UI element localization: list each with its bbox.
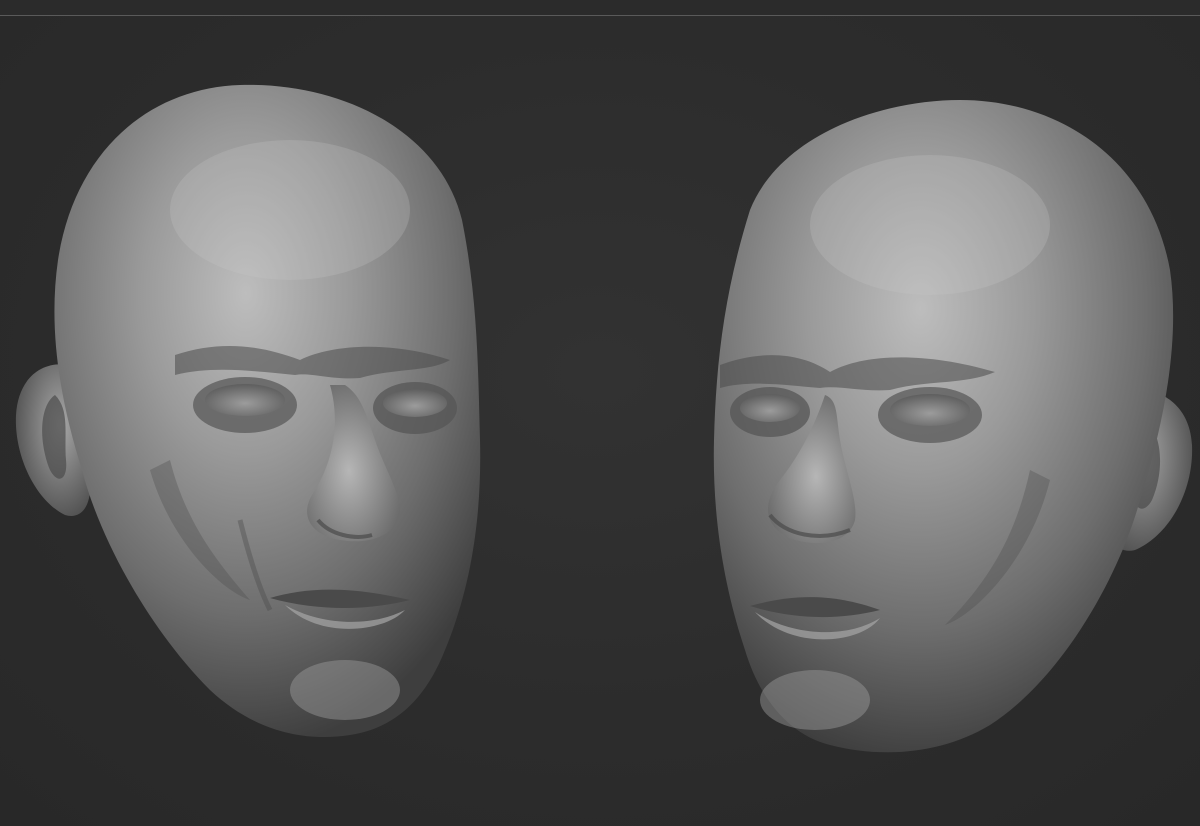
- head-right-render: [713, 100, 1193, 753]
- head-model-right[interactable]: [0, 0, 1200, 826]
- right-head-eye-1: [740, 394, 800, 422]
- right-head-eye-2: [890, 394, 970, 426]
- sculpt-viewport[interactable]: [0, 0, 1200, 826]
